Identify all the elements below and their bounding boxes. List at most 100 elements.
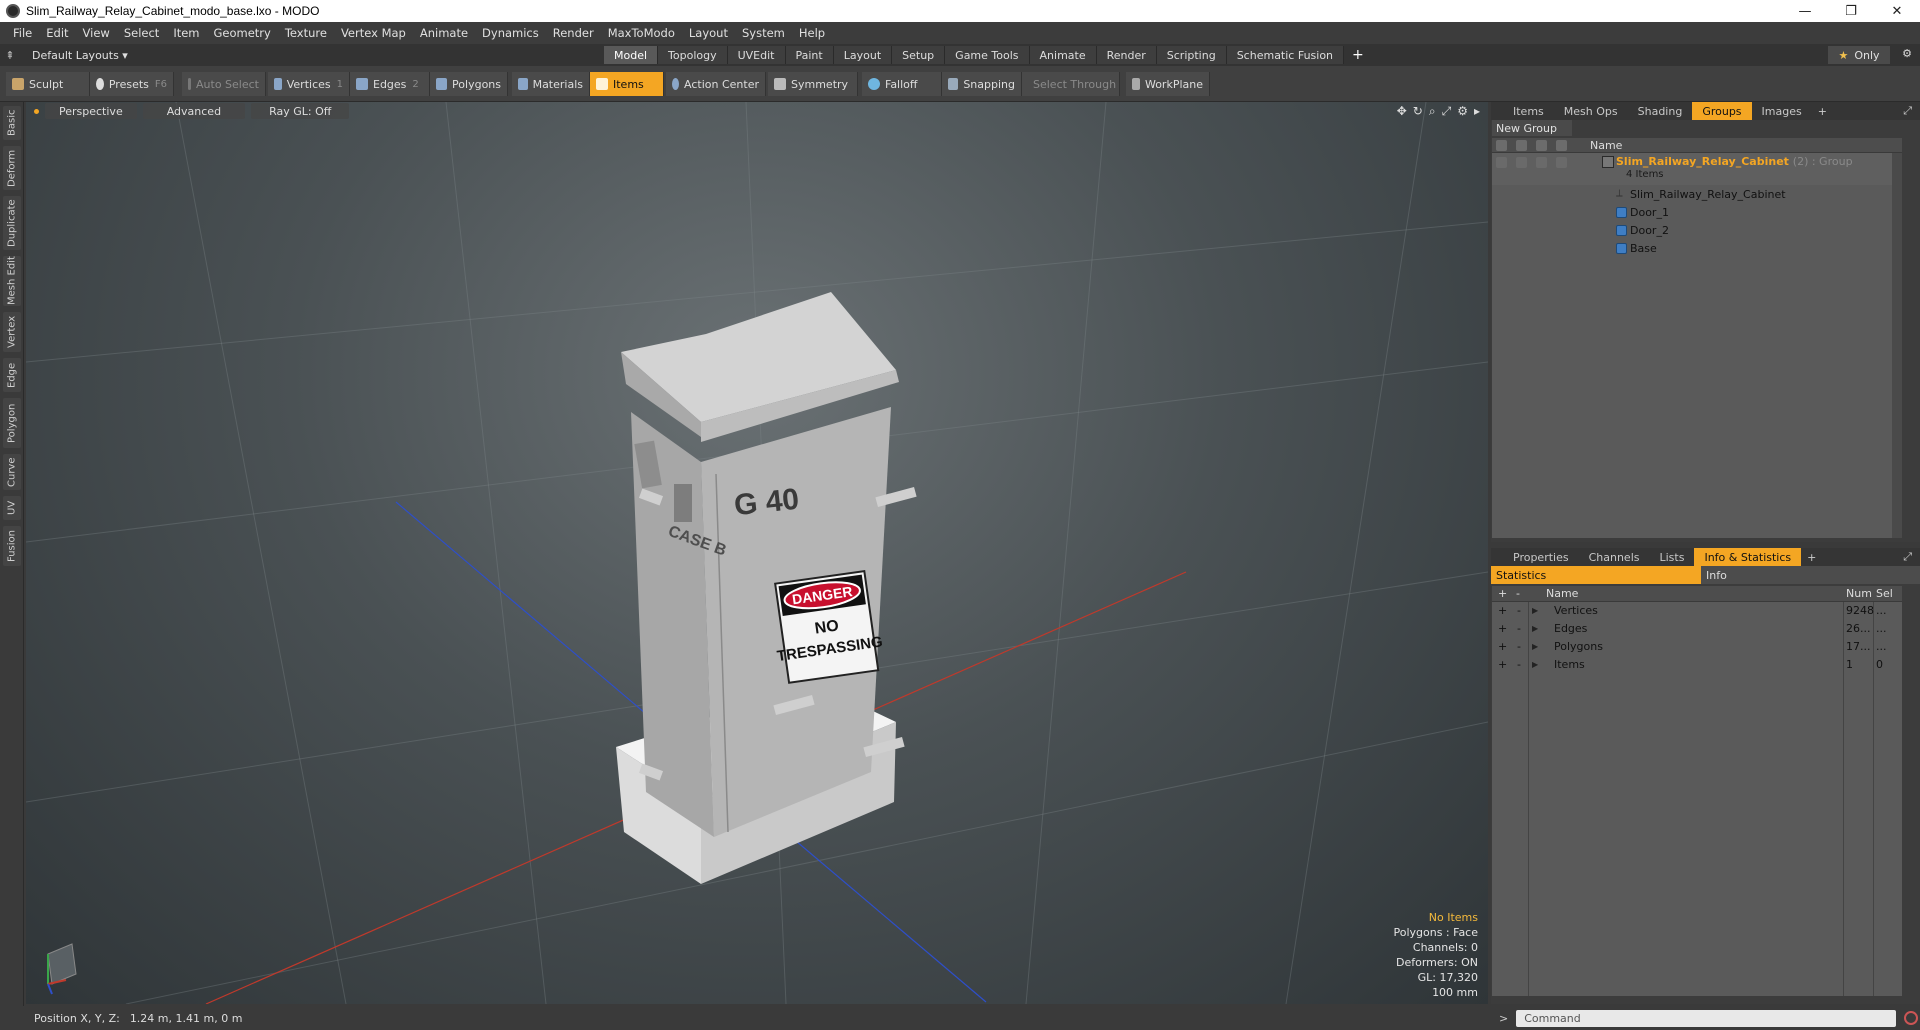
menu-item[interactable]: Item [166,26,206,40]
fit-icon[interactable]: ⤢ [1442,104,1452,119]
layout-dropdown[interactable]: Default Layouts ▾ [32,49,128,62]
tab-animate[interactable]: Animate [1029,46,1097,64]
left-tab-deform[interactable]: Deform [3,146,21,190]
minimize-button[interactable]: — [1782,0,1828,22]
left-tab-mesh-edit[interactable]: Mesh Edit [3,256,21,306]
panel-tab-lists[interactable]: Lists [1650,548,1695,566]
name-column-header[interactable]: Name [1590,139,1622,152]
left-tab-vertex[interactable]: Vertex [3,312,21,352]
expand-arrow-icon[interactable]: ▶ [1532,606,1538,615]
workplane-button[interactable]: WorkPlane [1126,72,1210,96]
render-toggle-icon[interactable] [1516,157,1527,168]
auto-select-button[interactable]: Auto Select [182,72,266,96]
raygl-dropdown[interactable]: Ray GL: Off [251,103,350,119]
command-input[interactable]: Command [1516,1009,1897,1027]
tab-game-tools[interactable]: Game Tools [945,46,1030,64]
select-column-icon[interactable] [1556,140,1567,151]
menu-dynamics[interactable]: Dynamics [475,26,546,40]
advanced-dropdown[interactable]: Advanced [142,103,246,119]
menu-texture[interactable]: Texture [278,26,334,40]
stats-row-edges[interactable]: + - ▶ Edges 26... ... [1492,620,1902,638]
lock-column-icon[interactable] [1536,140,1547,151]
add-icon[interactable]: + [1498,622,1507,635]
stop-icon[interactable] [1904,1011,1919,1025]
lock-toggle-icon[interactable] [1536,157,1547,168]
visibility-column-icon[interactable] [1496,140,1507,151]
menu-layout[interactable]: Layout [682,26,735,40]
close-button[interactable]: ✕ [1874,0,1920,22]
menu-help[interactable]: Help [792,26,832,40]
panel-tab-properties[interactable]: Properties [1503,548,1579,566]
remove-icon[interactable]: - [1517,658,1521,671]
tree-item-base[interactable]: Base [1492,239,1902,257]
falloff-button[interactable]: Falloff [862,72,942,96]
panel-tab-info-statistics[interactable]: Info & Statistics [1694,548,1802,566]
polygons-button[interactable]: Polygons [430,72,508,96]
snapping-button[interactable]: Snapping [942,72,1022,96]
left-tab-edge[interactable]: Edge [3,358,21,392]
menu-render[interactable]: Render [546,26,601,40]
panel-tab-images[interactable]: Images [1752,102,1812,120]
action-center-button[interactable]: Action Center [666,72,766,96]
select-through-button[interactable]: Select Through [1022,72,1120,96]
tree-item-door2[interactable]: Door_2 [1492,221,1902,239]
stats-row-items[interactable]: + - ▶ Items 1 0 [1492,656,1902,674]
remove-icon[interactable]: - [1517,640,1521,653]
materials-button[interactable]: Materials [512,72,590,96]
add-icon[interactable]: + [1498,640,1507,653]
add-icon[interactable]: + [1498,604,1507,617]
expand-arrow-icon[interactable]: ▶ [1532,642,1538,651]
menu-geometry[interactable]: Geometry [207,26,278,40]
panel-tab-items[interactable]: Items [1503,102,1554,120]
add-icon[interactable]: + [1498,658,1507,671]
zoom-icon[interactable]: ⌕ [1429,104,1436,119]
select-toggle-icon[interactable] [1556,157,1567,168]
remove-icon[interactable]: - [1517,604,1521,617]
tab-scripting[interactable]: Scripting [1156,46,1227,64]
add-panel-tab-button[interactable]: + [1801,551,1822,564]
left-tab-basic[interactable]: Basic [3,106,21,140]
menu-system[interactable]: System [735,26,792,40]
tab-schematic-fusion[interactable]: Schematic Fusion [1226,46,1345,64]
maximize-button[interactable]: ❐ [1828,0,1874,22]
expand-panel-icon[interactable]: ⤢ [1903,550,1912,564]
eye-icon[interactable] [1496,157,1507,168]
tree-item-door1[interactable]: Door_1 [1492,203,1902,221]
expand-panel-icon[interactable]: ⤢ [1903,104,1912,118]
tab-paint[interactable]: Paint [785,46,834,64]
stats-name-header[interactable]: Name [1546,587,1578,600]
gear-icon[interactable]: ⚙ [1902,47,1912,60]
panel-tab-groups[interactable]: Groups [1692,102,1752,120]
stats-row-vertices[interactable]: + - ▶ Vertices 9248 ... [1492,602,1902,620]
panel-tab-shading[interactable]: Shading [1628,102,1693,120]
panel-tab-mesh-ops[interactable]: Mesh Ops [1554,102,1628,120]
expand-arrow-icon[interactable]: ▶ [1532,624,1538,633]
vertices-button[interactable]: Vertices 1 [268,72,350,96]
left-tab-polygon[interactable]: Polygon [3,398,21,448]
viewport-more-icon[interactable]: ▸ [1474,104,1480,119]
sculpt-button[interactable]: Sculpt [6,72,90,96]
tab-topology[interactable]: Topology [658,46,728,64]
viewport-settings-icon[interactable]: ⚙ [1457,104,1468,119]
tab-render[interactable]: Render [1096,46,1157,64]
stats-row-polygons[interactable]: + - ▶ Polygons 17... ... [1492,638,1902,656]
viewport-options-dot[interactable] [34,108,39,114]
left-tab-uv[interactable]: UV [3,496,21,520]
rotate-icon[interactable]: ↻ [1413,104,1423,119]
layout-collapse-icon[interactable]: ⇞ [0,49,20,62]
info-subtab[interactable]: Info [1701,566,1920,584]
left-tab-fusion[interactable]: Fusion [3,526,21,566]
tree-item-cabinet[interactable]: ⟂ Slim_Railway_Relay_Cabinet [1492,185,1902,203]
menu-edit[interactable]: Edit [39,26,75,40]
edges-button[interactable]: Edges 2 [350,72,430,96]
presets-button[interactable]: Presets F6 [90,72,174,96]
remove-icon[interactable]: - [1517,622,1521,635]
new-group-button[interactable]: New Group [1492,120,1572,136]
3d-viewport[interactable]: G 40 CASE B DANGER NO TRESPASSING Perspe… [26,102,1488,1004]
left-tab-duplicate[interactable]: Duplicate [3,196,21,250]
add-column-icon[interactable]: + [1498,587,1507,600]
symmetry-button[interactable]: Symmetry [768,72,858,96]
stats-num-header[interactable]: Num [1846,587,1872,600]
tab-uvedit[interactable]: UVEdit [727,46,786,64]
tab-model[interactable]: Model [604,46,659,64]
